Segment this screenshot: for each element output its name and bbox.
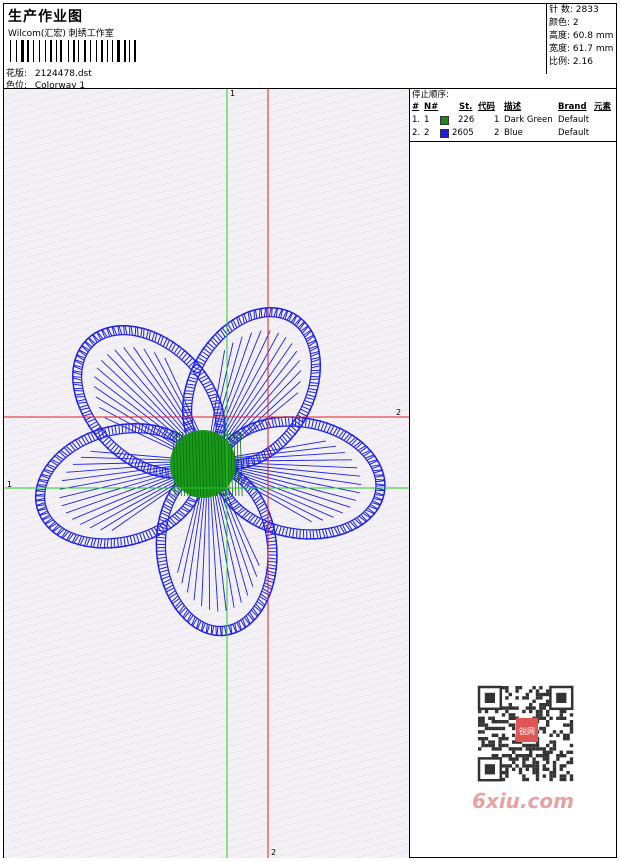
embroidery-design: 1 1 2 2	[4, 89, 409, 858]
table-row: 2. 2 2605 2 Blue Default	[410, 127, 616, 140]
row-stitches: 226	[458, 115, 475, 125]
row-description: Blue	[504, 128, 523, 138]
guide-label-green-left: 1	[7, 480, 12, 489]
watermark-text: 6xiu.com	[472, 789, 574, 813]
stop-sequence-table: 停止顺序: # N# St. 代码 描述 Brand 元素 1. 1 226 1…	[410, 89, 616, 140]
color-swatch	[440, 116, 449, 125]
row-description: Dark Green	[504, 115, 553, 125]
col-code: 代码	[478, 102, 496, 112]
stop-sequence-title: 停止顺序:	[412, 90, 449, 100]
row-needle: 2	[424, 128, 430, 138]
stat-stitches: 针 数: 2833	[549, 5, 599, 15]
barcode	[10, 40, 136, 62]
color-swatch	[440, 129, 449, 138]
row-index: 2.	[412, 128, 421, 138]
table-row: 1. 1 226 1 Dark Green Default	[410, 114, 616, 127]
guide-label-red-bottom: 2	[271, 848, 276, 857]
guide-label-red-right: 2	[396, 408, 401, 417]
row-code: 2	[494, 128, 500, 138]
row-needle: 1	[424, 115, 430, 125]
page-title: 生产作业图	[8, 9, 83, 25]
panel-divider	[409, 88, 410, 858]
col-description: 描述	[504, 102, 522, 112]
col-stitches: St.	[459, 102, 473, 112]
row-index: 1.	[412, 115, 421, 125]
col-needle: N#	[424, 102, 439, 112]
qr-code: 锐网	[470, 680, 582, 790]
stats-panel: 针 数: 2833 颜色: 2 高度: 60.8 mm 宽度: 61.7 mm …	[546, 4, 617, 74]
header-info: 生产作业图 Wilcom(汇宏) 刺绣工作室 花版: 2124478.dst 色…	[4, 4, 544, 91]
row-stitches: 2605	[452, 128, 474, 138]
row-code: 1	[494, 115, 500, 125]
table-header: # N# St. 代码 描述 Brand 元素	[410, 101, 616, 114]
row-brand: Default	[558, 128, 590, 138]
stat-height: 高度: 60.8 mm	[549, 31, 614, 41]
col-brand: Brand	[558, 102, 587, 112]
qr-stamp: 锐网	[519, 726, 535, 736]
col-index: #	[412, 102, 420, 112]
guide-label-green-top: 1	[230, 89, 235, 98]
stat-scale: 比例: 2.16	[549, 57, 593, 67]
stat-width: 宽度: 61.7 mm	[549, 44, 614, 54]
row-brand: Default	[558, 115, 590, 125]
design-canvas: 1 1 2 2	[4, 89, 409, 858]
col-element: 元素	[594, 102, 612, 112]
stat-colors: 颜色: 2	[549, 18, 579, 28]
company-name: Wilcom(汇宏) 刺绣工作室	[8, 29, 114, 39]
stops-divider	[410, 141, 616, 142]
